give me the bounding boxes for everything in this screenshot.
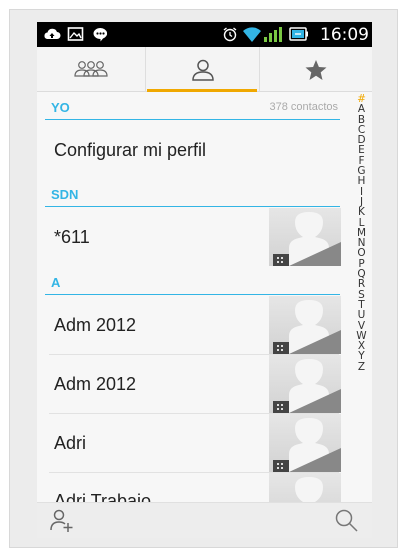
contact-list[interactable]: YO 378 contactos Configurar mi perfil SD… — [37, 92, 349, 502]
list-item[interactable]: Adri — [37, 414, 349, 472]
my-profile-row[interactable]: Configurar mi perfil — [37, 121, 349, 177]
tab-groups[interactable] — [37, 47, 145, 92]
my-profile-label: Configurar mi perfil — [54, 140, 207, 160]
contact-photo-placeholder — [269, 208, 341, 266]
contact-name: Adri Trabajo — [54, 491, 152, 502]
list-item[interactable]: Adm 2012 — [37, 355, 349, 413]
search-button[interactable] — [333, 507, 359, 538]
status-bar: 16:09 — [37, 22, 372, 47]
chat-bubble-icon — [93, 28, 108, 42]
bottom-action-bar — [37, 502, 372, 538]
status-time: 16:09 — [320, 25, 369, 45]
search-icon — [335, 509, 358, 532]
default-avatar-icon — [273, 300, 341, 354]
signal-icon — [264, 27, 282, 42]
alphabet-index-bar[interactable]: # A B C D E F G H I J K L M N O P Q R S T U V W X Y Z — [351, 94, 372, 504]
default-avatar-icon — [273, 359, 341, 413]
list-item[interactable]: Adri Trabajo — [37, 473, 349, 502]
tab-bar — [37, 47, 372, 92]
section-label: A — [51, 275, 61, 290]
contact-photo-placeholder — [269, 355, 341, 413]
alarm-icon — [223, 27, 237, 42]
section-header-a: A — [45, 269, 340, 295]
image-icon — [67, 27, 84, 41]
section-label: YO — [51, 100, 70, 115]
index-letter-z[interactable]: Z — [351, 361, 372, 372]
add-contact-icon — [50, 509, 73, 532]
default-avatar-icon — [273, 418, 341, 472]
tab-contacts[interactable] — [145, 47, 260, 92]
battery-icon — [289, 27, 308, 41]
list-item[interactable]: *611 — [37, 208, 349, 266]
default-avatar-icon — [295, 477, 323, 502]
groups-icon — [74, 60, 108, 77]
section-header-sdn: SDN — [45, 181, 340, 207]
section-label: SDN — [51, 187, 79, 202]
section-header-me: YO 378 contactos — [45, 94, 340, 120]
default-avatar-icon — [273, 212, 341, 266]
contact-photo-placeholder — [269, 473, 341, 502]
person-icon — [191, 59, 214, 81]
contact-name: Adm 2012 — [54, 374, 137, 394]
wifi-icon — [243, 27, 261, 42]
phone-screen: 16:09 YO 378 contactos Configurar mi per… — [37, 22, 372, 538]
add-contact-button[interactable] — [49, 507, 75, 538]
index-letter-u[interactable]: U — [351, 310, 372, 321]
contact-photo-placeholder — [269, 414, 341, 472]
list-item[interactable]: Adm 2012 — [37, 296, 349, 354]
star-icon — [305, 59, 327, 80]
contact-name: Adri — [54, 433, 87, 453]
contact-name: *611 — [54, 227, 90, 247]
contact-name: Adm 2012 — [54, 315, 137, 335]
cloud-upload-icon — [44, 28, 61, 39]
contact-photo-placeholder — [269, 296, 341, 354]
contact-count: 378 contactos — [269, 101, 339, 113]
tab-favorites[interactable] — [260, 47, 372, 92]
